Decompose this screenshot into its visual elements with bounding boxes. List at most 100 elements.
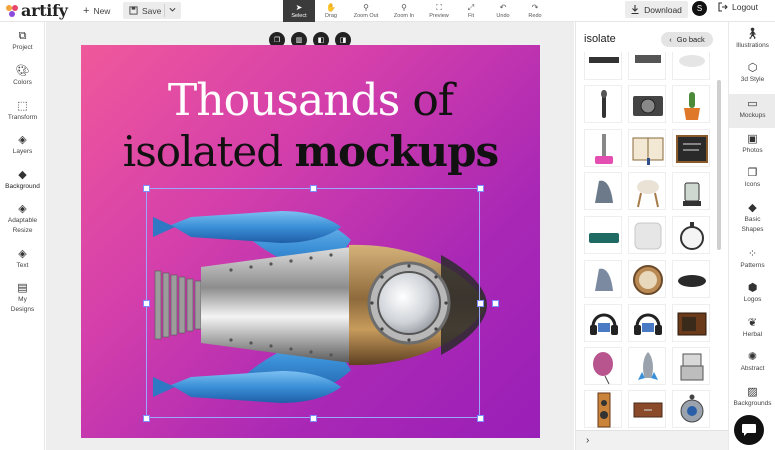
- sidebar-item-illustrations[interactable]: 🚶︎ Illustrations: [729, 28, 775, 51]
- thumbnail[interactable]: [584, 304, 622, 342]
- resize-handle-top[interactable]: [310, 185, 317, 192]
- thumbnail[interactable]: [584, 129, 622, 167]
- tool-preview[interactable]: ⛶ Preview: [423, 0, 455, 22]
- sidebar-item-herbal[interactable]: ❦ Herbal: [729, 317, 775, 340]
- panel-scrollbar[interactable]: [717, 80, 721, 250]
- tool-undo[interactable]: ↶ Undo: [487, 0, 519, 22]
- resize-handle-bottom-left[interactable]: [143, 415, 150, 422]
- thumbnail[interactable]: [672, 52, 710, 80]
- sidebar-item-photos[interactable]: ▣ Photos: [729, 133, 775, 156]
- sidebar-item-3d-style[interactable]: ⬡ 3d Style: [729, 62, 775, 85]
- thumbnail[interactable]: [628, 129, 666, 167]
- headline-line-1[interactable]: Thousands of: [81, 75, 540, 126]
- tool-select[interactable]: ➤ Select: [283, 0, 315, 22]
- stack-icon: ◈: [18, 203, 27, 215]
- brand-logo[interactable]: artify: [6, 1, 68, 20]
- layers-icon: ◈: [18, 134, 27, 146]
- leaf-icon: ❦: [747, 317, 758, 329]
- headline-word-of: of: [412, 75, 454, 126]
- folder-icon: ▤: [17, 282, 28, 294]
- chevron-right-icon[interactable]: ›: [586, 435, 589, 446]
- design-canvas[interactable]: Thousands of isolated mockups: [81, 45, 540, 438]
- sidebar-item-adaptable-resize[interactable]: ◈ Adaptable Resize: [0, 203, 45, 236]
- thumbnail[interactable]: [584, 172, 622, 210]
- rocket-mockup-image[interactable]: [141, 185, 501, 425]
- sidebar-item-background[interactable]: ◆ Background: [0, 169, 45, 192]
- headline-line-2[interactable]: isolated mockups: [81, 127, 540, 176]
- undo-icon: ↶: [499, 3, 507, 12]
- thumbnail[interactable]: [584, 85, 622, 123]
- resize-handle-right[interactable]: [477, 300, 484, 307]
- workspace: ❐ Clone ▥ Del ◧ Fwd ◨ Bwd Thousands of i…: [46, 22, 574, 450]
- left-sidebar: ⧉ Project 🎨︎ Colors ⬚ Transform ◈ Layers…: [0, 22, 45, 450]
- tool-redo[interactable]: ↷ Redo: [519, 0, 551, 22]
- sidebar-item-icons[interactable]: ❐ Icons: [729, 167, 775, 190]
- resize-handle-bottom[interactable]: [310, 415, 317, 422]
- thumbnail[interactable]: [628, 172, 666, 210]
- hexagon-icon: ⬢: [747, 282, 758, 294]
- thumbnail[interactable]: [628, 347, 666, 385]
- thumbnail[interactable]: [584, 260, 622, 298]
- thumbnail[interactable]: [672, 172, 710, 210]
- sidebar-item-transform[interactable]: ⬚ Transform: [0, 100, 45, 123]
- logout-button[interactable]: Logout: [718, 2, 758, 12]
- sidebar-item-patterns[interactable]: ⁘ Patterns: [729, 248, 775, 271]
- chat-button[interactable]: [734, 415, 764, 445]
- new-button[interactable]: + New: [83, 2, 110, 19]
- rotate-handle[interactable]: [492, 300, 499, 307]
- thumbnail[interactable]: [672, 390, 710, 428]
- save-button[interactable]: Save: [123, 2, 181, 19]
- thumbnail[interactable]: [672, 304, 710, 342]
- rocket-icon: [638, 352, 658, 380]
- thumbnail[interactable]: [672, 85, 710, 123]
- thumbnail[interactable]: [584, 52, 622, 80]
- go-back-button[interactable]: ‹ Go back: [661, 32, 713, 47]
- tool-zoom-in[interactable]: ⚲ Zoom In: [385, 0, 423, 22]
- resize-handle-top-right[interactable]: [477, 185, 484, 192]
- robot-icon: [680, 353, 704, 381]
- sidebar-item-abstract[interactable]: ✺ Abstract: [729, 351, 775, 374]
- sidebar-item-basic-shapes[interactable]: ◆ Basic Shapes: [729, 202, 775, 235]
- thumbnail[interactable]: [584, 390, 622, 428]
- resize-handle-left[interactable]: [143, 300, 150, 307]
- sidebar-item-colors[interactable]: 🎨︎ Colors: [0, 65, 45, 88]
- user-avatar[interactable]: S: [692, 1, 707, 16]
- project-icon: ⧉: [18, 30, 27, 42]
- download-button[interactable]: Download: [625, 1, 688, 18]
- headphones-icon: [634, 313, 662, 335]
- sidebar-item-label: 3d Style: [740, 76, 765, 83]
- thumbnail[interactable]: [628, 304, 666, 342]
- thumbnail[interactable]: [672, 260, 710, 298]
- thumbnail[interactable]: [628, 260, 666, 298]
- tool-label: Select: [291, 13, 307, 19]
- tool-zoom-out[interactable]: ⚲ Zoom Out: [347, 0, 385, 22]
- tool-drag[interactable]: ✋ Drag: [315, 0, 347, 22]
- tool-fit[interactable]: ⤢ Fit: [455, 0, 487, 22]
- thumbnail[interactable]: [672, 216, 710, 254]
- thumbnail[interactable]: [584, 347, 622, 385]
- chevron-down-icon[interactable]: [169, 7, 176, 13]
- redo-icon: ↷: [531, 3, 539, 12]
- thumbnail[interactable]: [628, 85, 666, 123]
- thumbnail[interactable]: [584, 216, 622, 254]
- sidebar-item-logos[interactable]: ⬢ Logos: [729, 282, 775, 305]
- cube-icon: ⬡: [747, 62, 758, 74]
- zoom-out-icon: ⚲: [363, 3, 369, 12]
- thumbnail[interactable]: [628, 216, 666, 254]
- sidebar-item-backgrounds[interactable]: ▨ Backgrounds: [729, 386, 775, 409]
- thumbnail[interactable]: [672, 129, 710, 167]
- go-back-label: Go back: [676, 35, 705, 44]
- resize-handle-bottom-right[interactable]: [477, 415, 484, 422]
- thumbnail[interactable]: [628, 52, 666, 80]
- sidebar-item-my-designs[interactable]: ▤ My Designs: [0, 282, 45, 315]
- resize-handle-top-left[interactable]: [143, 185, 150, 192]
- sidebar-item-text[interactable]: ◈ Text: [0, 248, 45, 271]
- sidebar-item-mockups[interactable]: ▭ Mockups: [729, 94, 775, 128]
- thumbnail[interactable]: [672, 347, 710, 385]
- sidebar-item-layers[interactable]: ◈ Layers: [0, 134, 45, 157]
- sidebar-item-project[interactable]: ⧉ Project: [0, 30, 45, 53]
- logout-label: Logout: [732, 2, 758, 12]
- thumbnail[interactable]: [628, 390, 666, 428]
- new-label: New: [93, 5, 111, 16]
- tool-label: Fit: [467, 13, 475, 19]
